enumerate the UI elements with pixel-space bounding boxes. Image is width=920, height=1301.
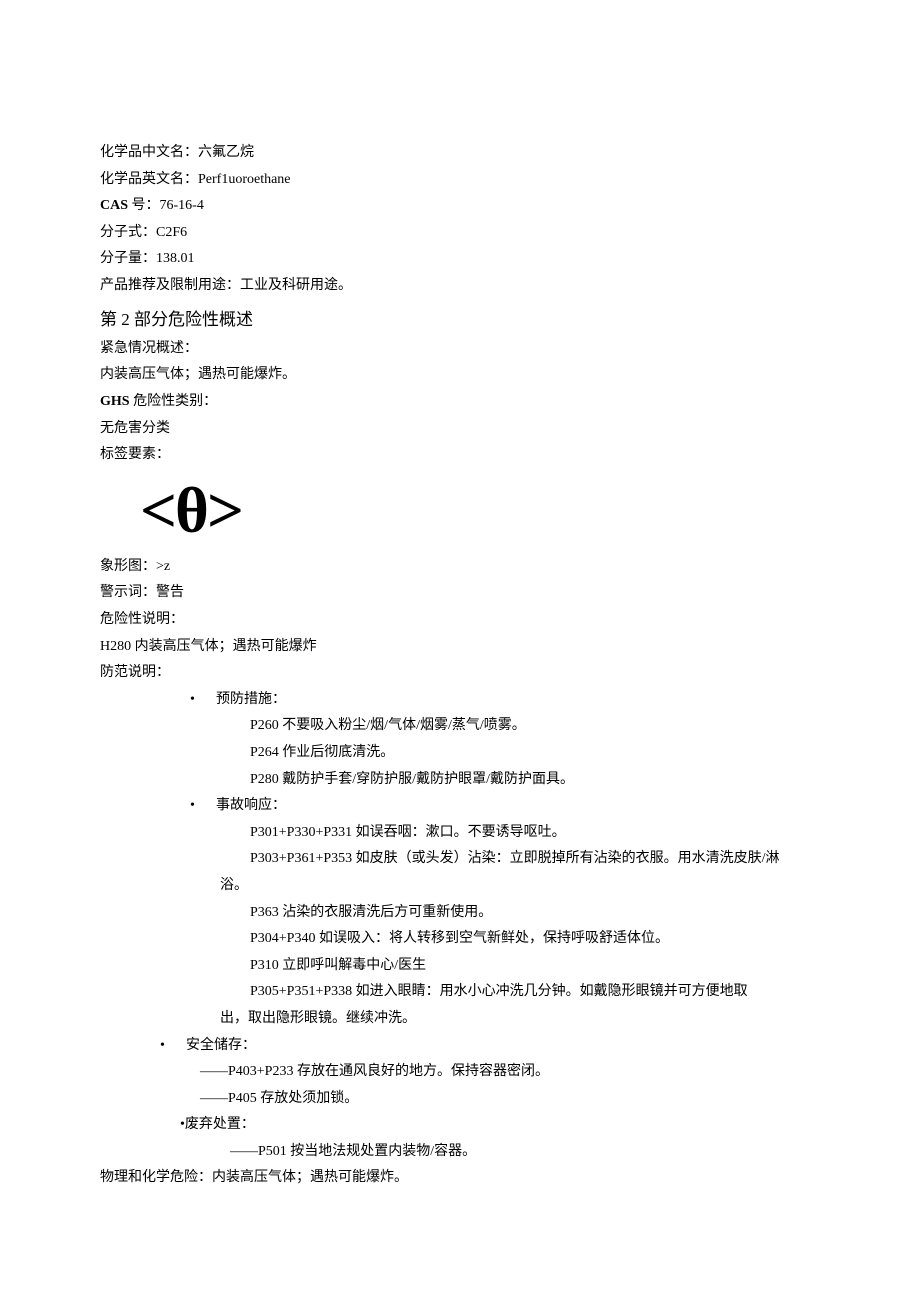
pictogram-label: 象形图： (100, 559, 156, 574)
use-value: 工业及科研用途。 (240, 278, 352, 293)
p301: P301+P330+P331 如误吞咽：漱口。不要诱导呕吐。 (100, 820, 820, 847)
storage-2: ——P405 存放处须加锁。 (100, 1086, 820, 1113)
precaution-label: 防范说明： (100, 660, 820, 687)
storage-1: ——P403+P233 存放在通风良好的地方。保持容器密闭。 (100, 1059, 820, 1086)
ghs-label: GHS (100, 394, 130, 409)
hazard-label: 危险性说明： (100, 607, 820, 634)
bullet-icon: • (160, 1033, 186, 1060)
phys-chem-hazard: 物理和化学危险：内装高压气体；遇热可能爆炸。 (100, 1165, 820, 1192)
disposal-title-row: •废弃处置： (100, 1112, 820, 1139)
formula-label: 分子式： (100, 225, 156, 240)
p310: P310 立即呼叫解毒中心/医生 (100, 953, 820, 980)
p303: P303+P361+P353 如皮肤（或头发）沾染：立即脱掉所有沾染的衣服。用水… (100, 846, 820, 873)
signal-label: 警示词： (100, 585, 156, 600)
p305: P305+P351+P338 如进入眼睛：用水小心冲洗几分钟。如戴隐形眼镜并可方… (100, 979, 820, 1006)
physchem-label: 物理和化学危险： (100, 1170, 212, 1185)
signal-value: 警告 (156, 585, 184, 600)
en-name-label: 化学品英文名： (100, 172, 198, 187)
signal-word: 警示词：警告 (100, 580, 820, 607)
cas-label: CAS (100, 198, 128, 213)
response-title-row: •事故响应： (100, 793, 820, 820)
ghs-category: GHS 危险性类别： (100, 389, 820, 416)
label-elements: 标签要素： (100, 442, 820, 469)
mw-value: 138.01 (156, 251, 195, 266)
cas-value: 76-16-4 (160, 198, 204, 213)
mw-label: 分子量： (100, 251, 156, 266)
disposal-title: 废弃处置： (185, 1117, 255, 1132)
bullet-icon: • (190, 793, 216, 820)
chemical-cn-name: 化学品中文名：六氟乙烷 (100, 140, 820, 167)
use-label: 产品推荐及限制用途： (100, 278, 240, 293)
en-name-value: Perf1uoroethane (198, 172, 291, 187)
disposal-1: ——P501 按当地法规处置内装物/容器。 (100, 1139, 820, 1166)
emergency-text: 内装高压气体；遇热可能爆炸。 (100, 362, 820, 389)
cn-name-value: 六氟乙烷 (198, 145, 254, 160)
prevention-title: 预防措施： (216, 692, 286, 707)
p303b: 浴。 (100, 873, 820, 900)
cas-number: CAS 号：76-16-4 (100, 193, 820, 220)
emergency-label: 紧急情况概述： (100, 336, 820, 363)
p280: P280 戴防护手套/穿防护服/戴防护眼罩/戴防护面具。 (100, 767, 820, 794)
ghs-text: 无危害分类 (100, 416, 820, 443)
storage-title: 安全储存： (186, 1038, 256, 1053)
storage-title-row: •安全储存： (100, 1033, 820, 1060)
p363: P363 沾染的衣服清洗后方可重新使用。 (100, 900, 820, 927)
formula-value: C2F6 (156, 225, 187, 240)
ghs-suffix: 危险性类别： (130, 394, 218, 409)
prevention-title-row: •预防措施： (100, 687, 820, 714)
response-title: 事故响应： (216, 798, 286, 813)
formula: 分子式：C2F6 (100, 220, 820, 247)
cas-suffix: 号： (128, 198, 160, 213)
section-2-title: 第 2 部分危险性概述 (100, 304, 820, 336)
pictogram-value: >z (156, 559, 170, 574)
p264: P264 作业后彻底清洗。 (100, 740, 820, 767)
physchem-value: 内装高压气体；遇热可能爆炸。 (212, 1170, 408, 1185)
cn-name-label: 化学品中文名： (100, 145, 198, 160)
p305b: 出，取出隐形眼镜。继续冲洗。 (100, 1006, 820, 1033)
p304: P304+P340 如误吸入：将人转移到空气新鲜处，保持呼吸舒适体位。 (100, 926, 820, 953)
chemical-en-name: 化学品英文名：Perf1uoroethane (100, 167, 820, 194)
pictogram-symbol: <θ> (100, 469, 820, 554)
p260: P260 不要吸入粉尘/烟/气体/烟雾/蒸气/喷雾。 (100, 713, 820, 740)
pictogram-line: 象形图：>z (100, 554, 820, 581)
hazard-text: H280 内装高压气体；遇热可能爆炸 (100, 634, 820, 661)
recommended-use: 产品推荐及限制用途：工业及科研用途。 (100, 273, 820, 300)
molecular-weight: 分子量：138.01 (100, 246, 820, 273)
bullet-icon: • (190, 687, 216, 714)
